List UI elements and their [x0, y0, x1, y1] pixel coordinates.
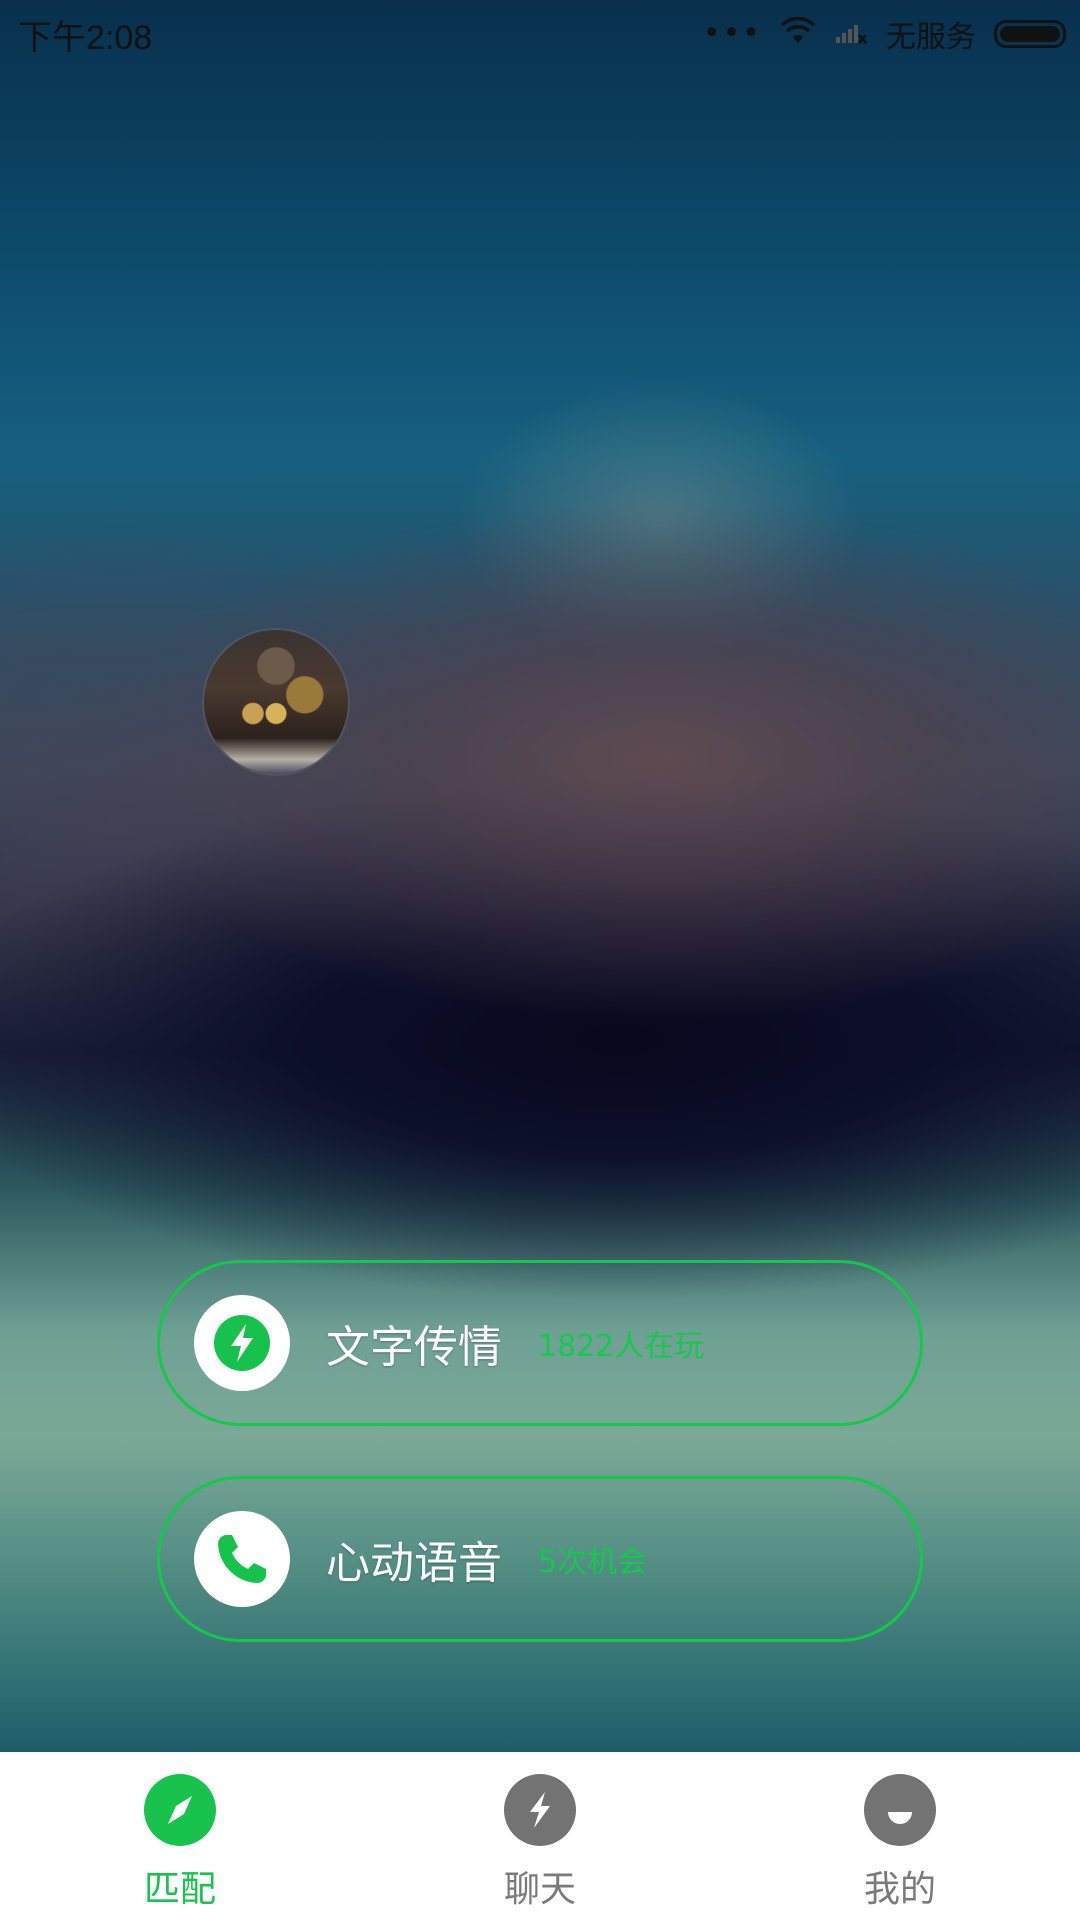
compass-icon	[144, 1774, 216, 1846]
wifi-icon	[780, 15, 816, 53]
lightning-icon	[504, 1774, 576, 1846]
bottom-tab-bar: 匹配 聊天 我的	[0, 1752, 1080, 1920]
tab-label: 聊天	[503, 1869, 576, 1910]
voice-chat-mode-button[interactable]: 心动语音 5次机会	[157, 1476, 923, 1642]
smile-icon	[864, 1774, 936, 1846]
battery-icon	[994, 20, 1066, 48]
phone-icon	[194, 1511, 290, 1607]
tab-label: 匹配	[143, 1869, 216, 1910]
mode-subtitle: 1822人在玩	[538, 1329, 705, 1364]
mode-title: 文字传情	[326, 1322, 502, 1373]
status-icons: ••• 无服务	[703, 12, 1066, 56]
mode-title: 心动语音	[326, 1538, 502, 1589]
carrier-text: 无服务	[886, 20, 976, 55]
user-avatar[interactable]	[204, 630, 348, 774]
status-time: 下午2:08	[18, 19, 153, 57]
mode-subtitle: 5次机会	[538, 1545, 648, 1580]
tab-chat[interactable]: 聊天	[450, 1774, 630, 1912]
text-chat-mode-button[interactable]: 文字传情 1822人在玩	[157, 1260, 923, 1426]
status-bar: 下午2:08 ••• 无服务	[0, 0, 1080, 60]
tab-me[interactable]: 我的	[810, 1774, 990, 1912]
more-dots-icon: •••	[702, 16, 762, 51]
tab-label: 我的	[863, 1869, 936, 1910]
lightning-icon	[194, 1295, 290, 1391]
no-signal-icon	[834, 15, 868, 53]
tab-match[interactable]: 匹配	[90, 1774, 270, 1912]
